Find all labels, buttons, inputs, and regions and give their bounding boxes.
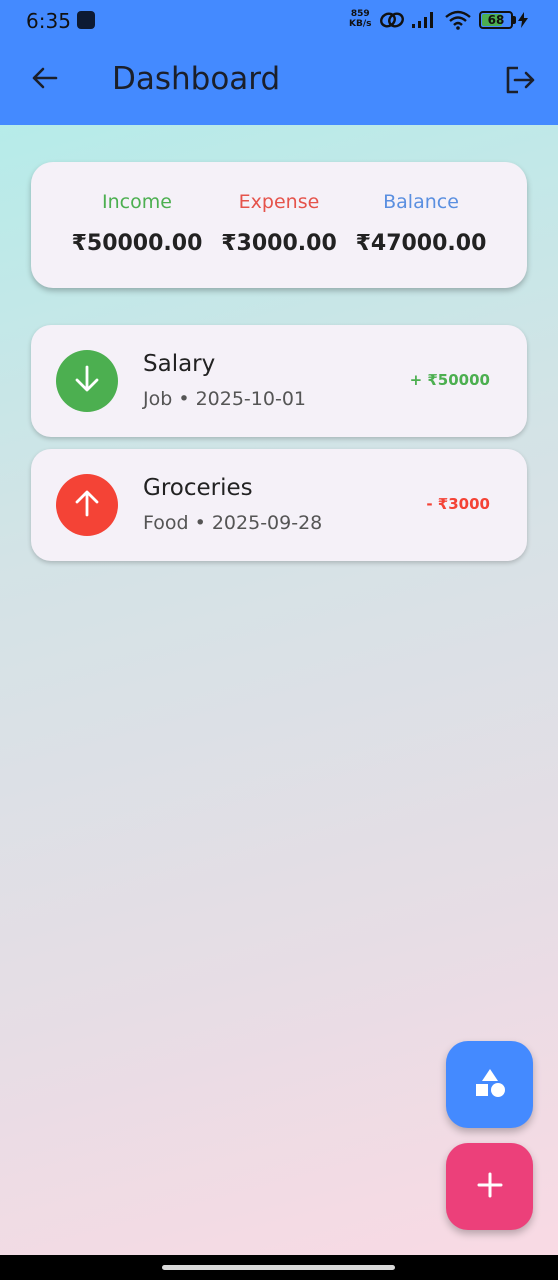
battery-level: 68 [487, 13, 505, 27]
transaction-amount: - ₹3000 [426, 495, 490, 513]
status-bar: 6:35 859 KB/s 68 [0, 0, 558, 40]
transaction-subtitle: Job • 2025-10-01 [143, 388, 306, 410]
transaction-card[interactable]: Salary Job • 2025-10-01 + ₹50000 [31, 325, 527, 437]
transaction-subtitle: Food • 2025-09-28 [143, 512, 323, 534]
categories-fab[interactable] [446, 1041, 533, 1128]
shapes-icon [474, 1067, 506, 1103]
battery-tip [513, 16, 516, 24]
logout-icon [504, 65, 536, 99]
transaction-amount: + ₹50000 [409, 371, 490, 389]
status-time: 6:35 [26, 9, 71, 33]
balance-value: ₹47000.00 [355, 231, 487, 256]
transaction-title: Salary [143, 351, 216, 377]
wifi-icon [444, 10, 472, 34]
arrow-up-icon [73, 488, 101, 522]
arrow-down-icon [73, 364, 101, 398]
network-speed-value: 859 [350, 9, 370, 19]
plus-icon [477, 1172, 503, 1202]
notification-app-icon [77, 11, 95, 29]
transaction-card[interactable]: Groceries Food • 2025-09-28 - ₹3000 [31, 449, 527, 561]
expense-summary: Expense ₹3000.00 [204, 162, 354, 288]
system-nav-bar [0, 1255, 558, 1280]
balance-summary: Balance ₹47000.00 [346, 162, 496, 288]
transaction-title: Groceries [143, 475, 253, 501]
summary-card: Income ₹50000.00 Expense ₹3000.00 Balanc… [31, 162, 527, 288]
expense-label: Expense [238, 191, 320, 213]
hotspot-link-icon [379, 10, 405, 34]
cell-signal-icon [411, 10, 437, 34]
home-gesture-handle[interactable] [162, 1265, 395, 1270]
page-title: Dashboard [112, 61, 281, 97]
expense-avatar [56, 474, 118, 536]
charging-bolt-icon [518, 12, 528, 32]
add-transaction-fab[interactable] [446, 1143, 533, 1230]
logout-button[interactable] [498, 60, 542, 104]
arrow-left-icon [30, 66, 58, 94]
app-bar: Dashboard [0, 40, 558, 125]
network-speed: 859 KB/s [349, 9, 371, 29]
income-label: Income [102, 191, 172, 213]
battery-icon: 68 [479, 11, 513, 29]
network-speed-unit: KB/s [349, 19, 372, 29]
screen: 6:35 859 KB/s 68 Dashboard Income ₹50000… [0, 0, 558, 1255]
back-button[interactable] [24, 60, 64, 100]
income-avatar [56, 350, 118, 412]
balance-label: Balance [383, 191, 459, 213]
income-summary: Income ₹50000.00 [62, 162, 212, 288]
